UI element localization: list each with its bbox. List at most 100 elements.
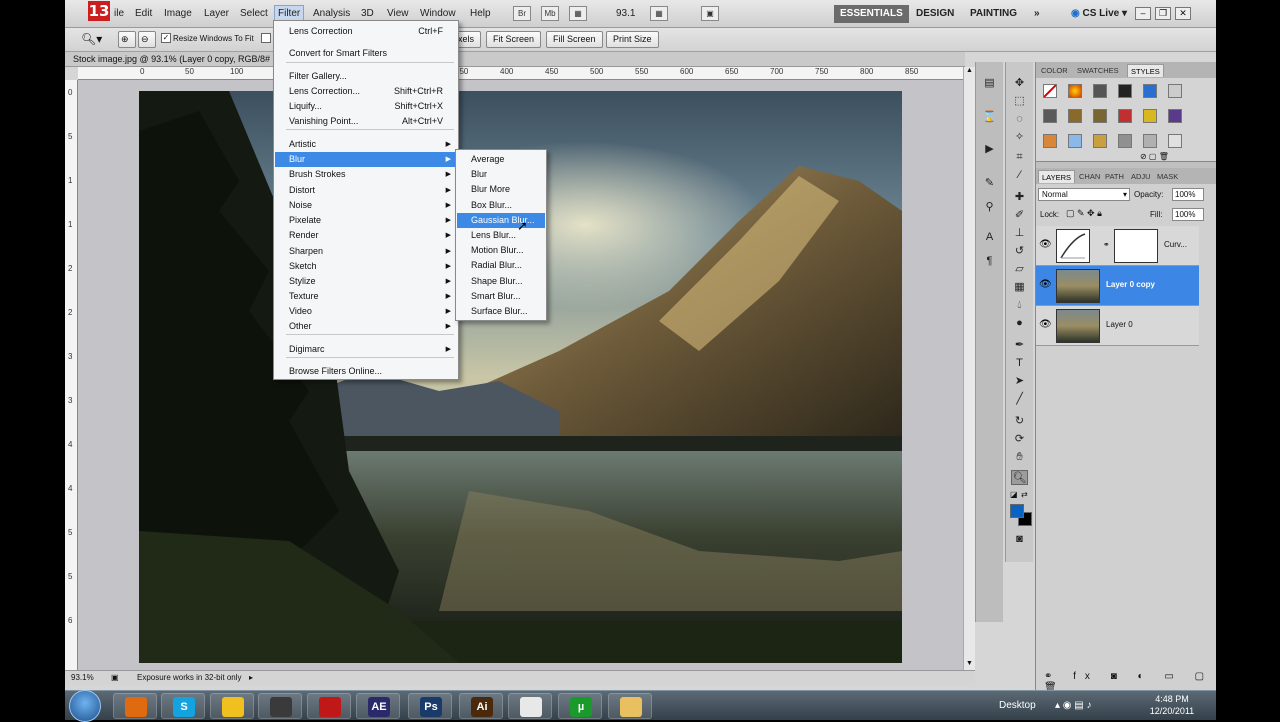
paragraph-panel-icon[interactable]: ¶ (981, 254, 998, 269)
screen-mode-button[interactable]: ▣ (701, 6, 719, 21)
filter-menu-item-texture[interactable]: Texture ▶ (275, 289, 457, 304)
filter-menu-item-pixelate[interactable]: Pixelate ▶ (275, 213, 457, 228)
eyedropper-tool-icon[interactable]: ⁄ (1011, 168, 1028, 183)
blur-menu-item-smart-blur[interactable]: Smart Blur... (457, 289, 545, 304)
fill-screen-button[interactable]: Fill Screen (546, 31, 603, 48)
filter-menu-item-brush-strokes[interactable]: Brush Strokes ▶ (275, 167, 457, 182)
blur-menu-item-gaussian-blur[interactable]: Gaussian Blur... (457, 212, 545, 228)
filter-menu-item-blur[interactable]: Blur ▶ (275, 152, 457, 167)
workspace-painting[interactable]: PAINTING (964, 5, 1023, 23)
grid-guides-button[interactable]: ▦ (569, 6, 587, 21)
taskbar-button[interactable]: AE (356, 693, 400, 719)
filter-menu-item-vanishing-point[interactable]: Vanishing Point... Alt+Ctrl+V (275, 114, 457, 129)
layer-mask-thumbnail[interactable] (1114, 229, 1158, 263)
crop-tool-icon[interactable]: ⌗ (1011, 150, 1028, 165)
taskbar-button[interactable]: µ (558, 693, 602, 719)
status-menu-icon[interactable]: ▣ (111, 671, 119, 685)
path-select-tool-icon[interactable]: ➤ (1011, 374, 1028, 389)
filter-menu-item-artistic[interactable]: Artistic ▶ (275, 137, 457, 152)
style-swatch[interactable] (1118, 84, 1132, 98)
filter-menu-item-lens-correction[interactable]: Lens Correction... Shift+Ctrl+R (275, 84, 457, 99)
tab-adjustments[interactable]: ADJU (1128, 170, 1154, 183)
style-swatch[interactable] (1168, 134, 1182, 148)
menu-select[interactable]: Select (237, 6, 271, 22)
close-button[interactable]: ✕ (1175, 7, 1191, 20)
layer-row-curves[interactable]: 👁︎ ⚭ Curv... (1036, 226, 1199, 266)
pen-tool-icon[interactable]: ✒ (1011, 338, 1028, 353)
minimize-button[interactable]: – (1135, 7, 1151, 20)
lock-icons[interactable]: ▢ ✎ ✥ 🔒︎ (1066, 208, 1102, 219)
style-swatch[interactable] (1068, 134, 1082, 148)
tab-swatches[interactable]: SWATCHES (1074, 64, 1122, 77)
style-swatch[interactable] (1093, 84, 1107, 98)
blur-menu-item-blur-more[interactable]: Blur More (457, 182, 545, 197)
3d-orbit-tool-icon[interactable]: ⟳ (1011, 432, 1028, 447)
tray-icons[interactable]: ▴ ◉ ▤ ♪ (1055, 700, 1092, 711)
print-size-button[interactable]: Print Size (606, 31, 659, 48)
tab-layers[interactable]: LAYERS (1038, 170, 1076, 183)
menu-edit[interactable]: Edit (132, 6, 155, 22)
filter-menu-item-render[interactable]: Render ▶ (275, 228, 457, 243)
taskbar-button[interactable] (307, 693, 351, 719)
tab-channels[interactable]: CHAN (1076, 170, 1103, 183)
style-swatch[interactable] (1068, 84, 1082, 98)
windows-start-icon[interactable] (69, 690, 101, 722)
blur-menu-item-shape-blur[interactable]: Shape Blur... (457, 274, 545, 289)
taskbar-button[interactable] (508, 693, 552, 719)
bridge-button[interactable]: Br (513, 6, 531, 21)
filter-menu-item-browse-filters-online[interactable]: Browse Filters Online... (275, 364, 457, 379)
style-swatch[interactable] (1143, 84, 1157, 98)
layers-footer-icons[interactable]: ⚭ fx ◙ ◐ ▭ ▢ 🗑︎ (1044, 671, 1216, 690)
style-swatch[interactable] (1143, 109, 1157, 123)
filter-menu-item-other[interactable]: Other ▶ (275, 319, 457, 334)
eraser-tool-icon[interactable]: ▱ (1011, 262, 1028, 277)
style-swatch[interactable] (1143, 134, 1157, 148)
document-tab[interactable]: Stock image.jpg @ 93.1% (Layer 0 copy, R… (65, 52, 965, 67)
default-colors-icon[interactable]: ◪ (1010, 490, 1018, 499)
stamp-tool-icon[interactable]: ⊥ (1011, 226, 1028, 241)
clock[interactable]: 4:48 PM 12/20/2011 (1142, 693, 1202, 717)
view-extras-button[interactable]: ▦ (650, 6, 668, 21)
character-panel-icon[interactable]: A (981, 230, 998, 245)
fill-field[interactable]: 100% (1172, 208, 1204, 221)
menu-layer[interactable]: Layer (201, 6, 232, 22)
more-workspaces-button[interactable]: » (1028, 5, 1046, 23)
hand-tool-icon[interactable]: ✋︎ (1011, 450, 1028, 465)
blur-menu-item-average[interactable]: Average (457, 152, 545, 167)
filter-menu-item-liquify[interactable]: Liquify... Shift+Ctrl+X (275, 99, 457, 114)
gradient-tool-icon[interactable]: ▦ (1011, 280, 1028, 295)
style-swatch[interactable] (1093, 134, 1107, 148)
marquee-tool-icon[interactable]: ⬚ (1011, 94, 1028, 109)
quick-select-tool-icon[interactable]: ✧ (1011, 130, 1028, 145)
filter-menu-item-stylize[interactable]: Stylize ▶ (275, 274, 457, 289)
blur-tool-icon[interactable]: 💧︎ (1011, 298, 1028, 313)
taskbar-button[interactable]: S (161, 693, 205, 719)
restore-button[interactable]: ❐ (1155, 7, 1171, 20)
zoom-out-icon[interactable]: ⊖ (138, 31, 156, 48)
foreground-color-swatch[interactable] (1010, 504, 1024, 518)
filter-menu-item-convert-for-smart-filters[interactable]: Convert for Smart Filters (275, 46, 457, 61)
style-swatch[interactable] (1093, 109, 1107, 123)
style-swatch[interactable] (1043, 134, 1057, 148)
style-swatch[interactable] (1118, 134, 1132, 148)
style-swatch[interactable] (1043, 109, 1057, 123)
3d-rotate-tool-icon[interactable]: ↻ (1011, 414, 1028, 429)
workspace-essentials[interactable]: ESSENTIALS (834, 5, 909, 23)
style-none[interactable] (1043, 84, 1057, 98)
taskbar-button[interactable] (113, 693, 157, 719)
layer-row-layer-0[interactable]: 👁︎ Layer 0 (1036, 306, 1199, 346)
minibridge-button[interactable]: Mb (541, 6, 559, 21)
scroll-down-icon[interactable]: ▼ (965, 660, 974, 670)
healing-tool-icon[interactable]: ✚ (1011, 190, 1028, 205)
actions-panel-icon[interactable]: ▶ (981, 142, 998, 157)
blur-menu-item-lens-blur[interactable]: Lens Blur... (457, 228, 545, 243)
status-arrow-icon[interactable]: ▸ (249, 671, 253, 685)
history-brush-tool-icon[interactable]: ↺ (1011, 244, 1028, 259)
styles-footer-icons[interactable]: ⊘ ▢ 🗑︎ (1140, 152, 1169, 161)
style-swatch[interactable] (1168, 109, 1182, 123)
taskbar-button[interactable] (258, 693, 302, 719)
tab-styles[interactable]: STYLES (1127, 64, 1164, 77)
filter-menu-item-video[interactable]: Video ▶ (275, 304, 457, 319)
lasso-tool-icon[interactable]: ◌ (1011, 112, 1028, 127)
zoom-tool-icon[interactable]: 🔍︎▾ (81, 32, 102, 46)
